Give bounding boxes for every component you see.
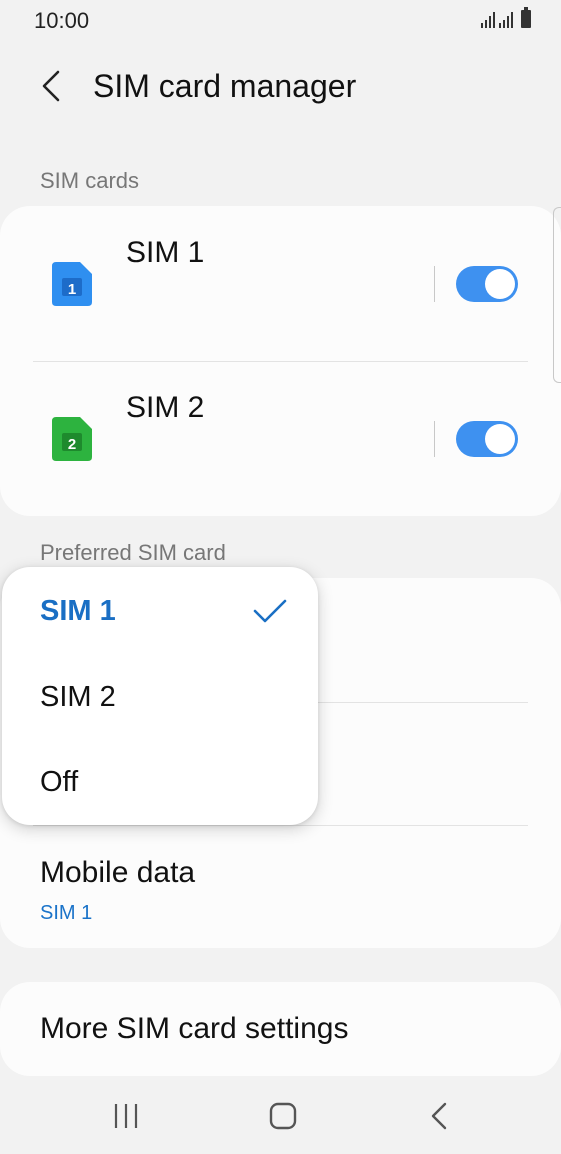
sim-1-toggle[interactable]: [456, 266, 518, 302]
check-icon: [253, 599, 287, 623]
home-icon: [269, 1102, 297, 1130]
signal-2-icon: [499, 10, 513, 28]
back-icon: [431, 1102, 447, 1130]
battery-icon: [521, 7, 531, 28]
status-bar: 10:00: [0, 0, 561, 42]
sim-2-label: SIM 2: [126, 391, 205, 424]
page-title: SIM card manager: [93, 68, 357, 104]
dropdown-option-sim-1[interactable]: SIM 1: [2, 569, 318, 655]
signal-1-icon: [481, 10, 495, 28]
sim-1-icon-number: 1: [68, 281, 76, 298]
more-sim-settings-row[interactable]: More SIM card settings: [0, 982, 561, 1076]
app-bar: SIM card manager: [0, 52, 561, 122]
sim-row-1[interactable]: 1 SIM 1: [0, 206, 561, 360]
home-button[interactable]: [263, 1098, 303, 1134]
section-header-preferred-sim: Preferred SIM card: [40, 540, 226, 565]
status-time: 10:00: [34, 8, 90, 33]
dropdown-option-label: SIM 2: [40, 681, 116, 713]
dropdown-option-off[interactable]: Off: [2, 740, 318, 826]
sim-1-icon: 1: [52, 262, 92, 306]
sim-cards-card: 1 SIM 1 2 SIM 2: [0, 206, 561, 516]
toggle-separator: [434, 421, 435, 457]
preferred-sim-dropdown: SIM 1 SIM 2 Off: [2, 567, 318, 825]
nav-back-button[interactable]: [420, 1098, 460, 1134]
status-icons: [481, 7, 531, 28]
dropdown-option-label: Off: [40, 766, 79, 798]
mobile-data-value: SIM 1: [40, 902, 93, 924]
recents-icon: [114, 1104, 138, 1128]
toggle-separator: [434, 266, 435, 302]
mobile-data-row[interactable]: Mobile data SIM 1: [0, 826, 561, 948]
dropdown-option-label: SIM 1: [40, 595, 116, 627]
sim-2-icon-number: 2: [68, 436, 76, 453]
more-sim-settings-label: More SIM card settings: [40, 1012, 349, 1045]
recents-button[interactable]: [106, 1098, 146, 1134]
sim-1-label: SIM 1: [126, 236, 205, 269]
toggle-knob: [485, 424, 515, 454]
dropdown-option-sim-2[interactable]: SIM 2: [2, 655, 318, 741]
scrollbar[interactable]: [553, 207, 561, 383]
navigation-bar: [0, 1076, 561, 1154]
sim-2-icon: 2: [52, 417, 92, 461]
sim-row-2[interactable]: 2 SIM 2: [0, 361, 561, 515]
sim-2-toggle[interactable]: [456, 421, 518, 457]
toggle-knob: [485, 269, 515, 299]
back-button[interactable]: [34, 66, 70, 106]
chevron-left-icon: [42, 70, 60, 102]
mobile-data-title: Mobile data: [40, 856, 196, 889]
section-header-sim-cards: SIM cards: [40, 168, 140, 193]
